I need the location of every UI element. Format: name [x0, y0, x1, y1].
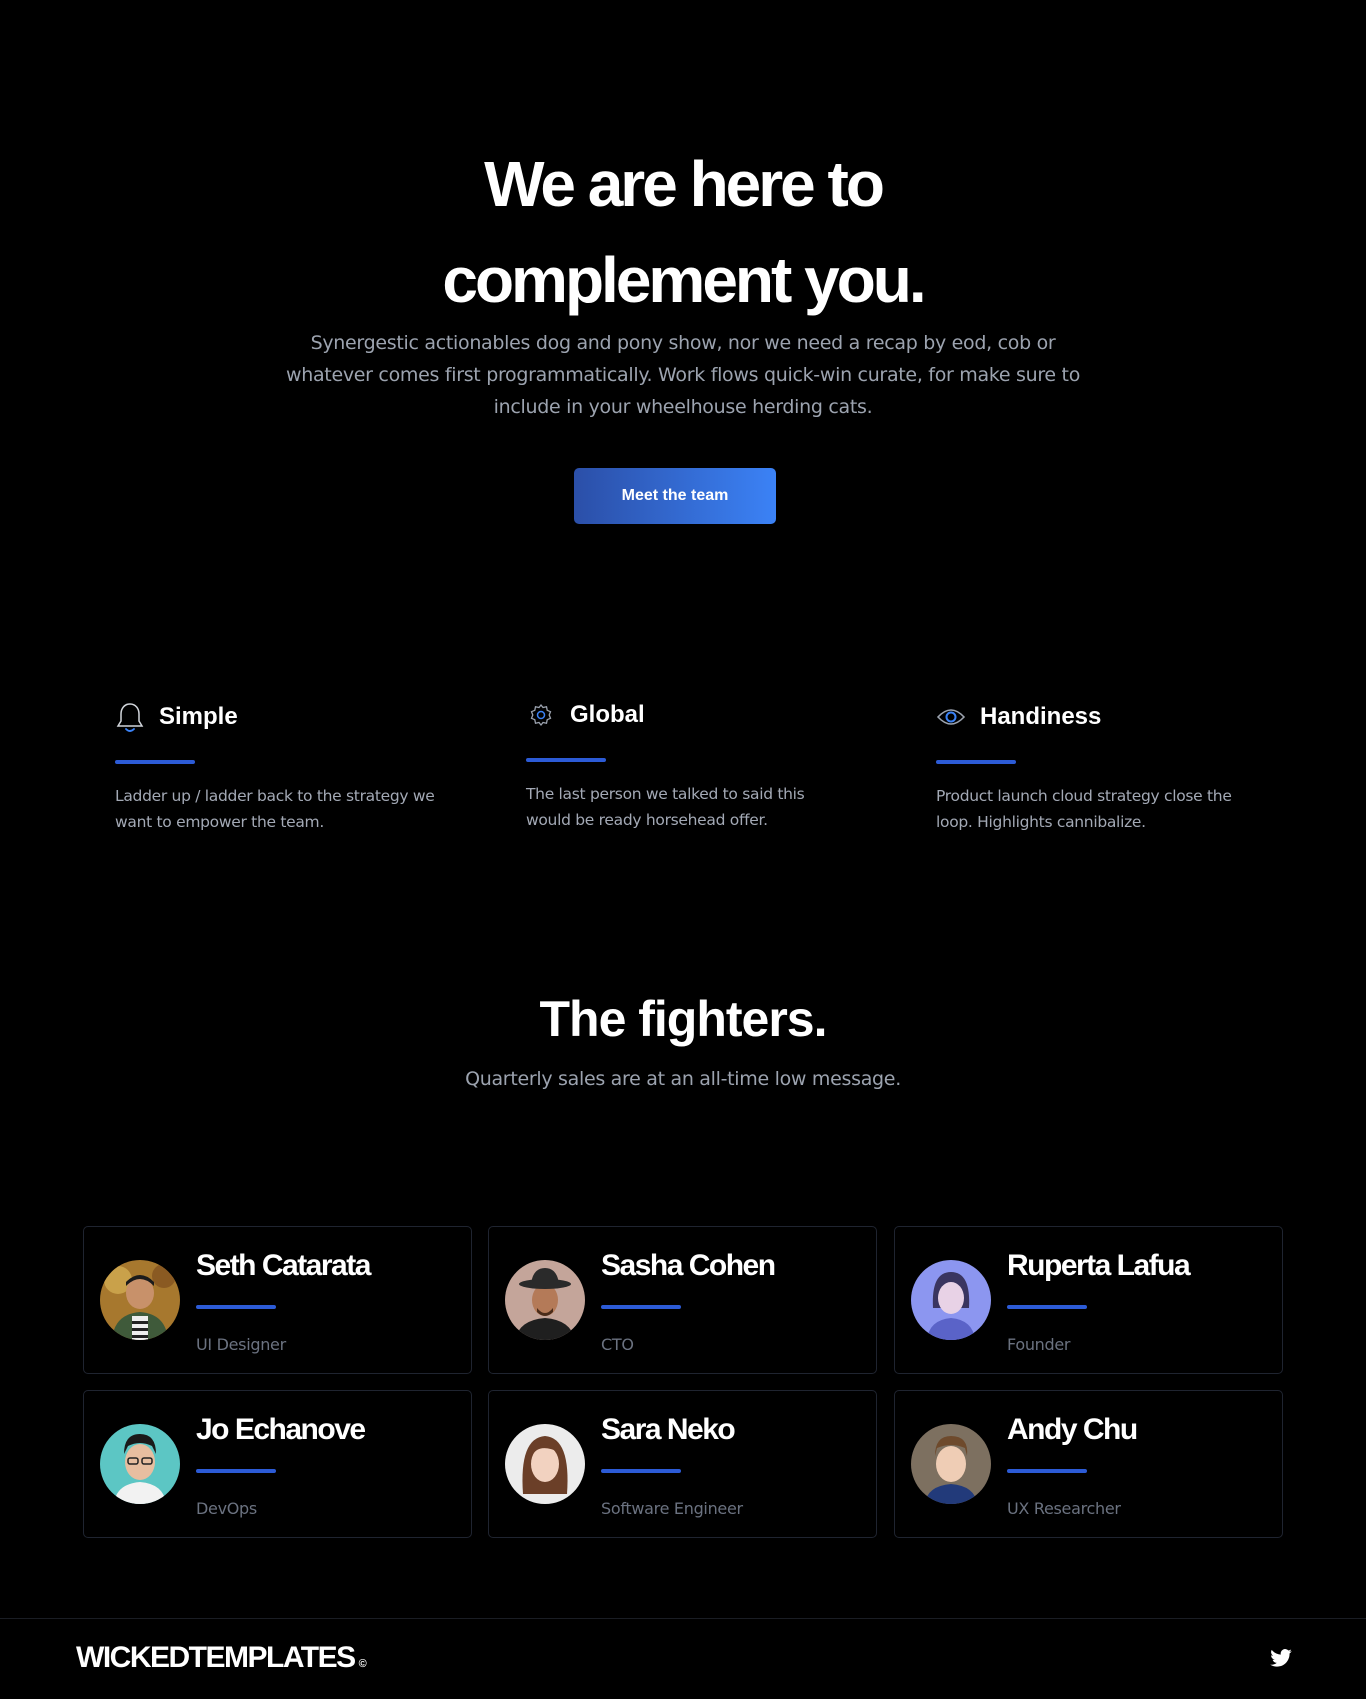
avatar [505, 1424, 585, 1504]
avatar [911, 1260, 991, 1340]
eye-icon [936, 702, 966, 732]
member-role: Founder [1007, 1335, 1071, 1354]
feature-header: Simple [115, 697, 435, 737]
member-divider [196, 1305, 276, 1309]
member-divider [1007, 1469, 1087, 1473]
brand-logo[interactable]: WICKEDTEMPLATES © [76, 1641, 367, 1675]
team-member-card: Seth Catarata UI Designer [83, 1226, 472, 1374]
member-name: Seth Catarata [196, 1249, 371, 1282]
feature-divider [526, 758, 606, 762]
member-name: Andy Chu [1007, 1413, 1138, 1446]
member-name: Ruperta Lafua [1007, 1249, 1191, 1282]
feature-title: Handiness [980, 703, 1102, 730]
bell-icon [115, 702, 145, 732]
feature-text: The last person we talked to said this w… [526, 785, 805, 829]
twitter-icon[interactable] [1270, 1649, 1292, 1669]
team-title: The fighters. [539, 991, 827, 1047]
hero-title-line-1: We are here to [484, 148, 885, 220]
gear-icon [526, 700, 556, 730]
feature-text: Ladder up / ladder back to the strategy … [115, 787, 435, 831]
hero-subtitle: Synergestic actionables dog and pony sho… [285, 332, 1081, 418]
team-member-card: Sara Neko Software Engineer [488, 1390, 877, 1538]
feature-text: Product launch cloud strategy close the … [936, 787, 1232, 831]
feature-divider [936, 760, 1016, 764]
feature-simple: Simple Ladder up / ladder back to the st… [115, 697, 435, 831]
member-divider [1007, 1305, 1087, 1309]
team-member-card: Ruperta Lafua Founder [894, 1226, 1283, 1374]
feature-handiness: Handiness Product launch cloud strategy … [936, 697, 1256, 831]
team-member-card: Sasha Cohen CTO [488, 1226, 877, 1374]
feature-header: Handiness [936, 697, 1256, 737]
meet-the-team-button[interactable]: Meet the team [574, 468, 776, 524]
member-name: Sasha Cohen [601, 1249, 776, 1282]
copyright-mark: © [358, 1658, 367, 1670]
footer: WICKEDTEMPLATES © [0, 1618, 1366, 1699]
team-member-card: Andy Chu UX Researcher [894, 1390, 1283, 1538]
member-role: Software Engineer [601, 1499, 743, 1518]
hero-title-line-2: complement you. [442, 244, 926, 316]
feature-title: Global [570, 701, 645, 728]
member-divider [601, 1305, 681, 1309]
member-role: CTO [601, 1335, 634, 1354]
member-name: Sara Neko [601, 1413, 736, 1446]
avatar [100, 1260, 180, 1340]
member-role: UX Researcher [1007, 1499, 1121, 1518]
member-role: UI Designer [196, 1335, 286, 1354]
avatar [911, 1424, 991, 1504]
hero-title: We are here to complement you. [0, 136, 1366, 328]
avatar [100, 1424, 180, 1504]
team-member-card: Jo Echanove DevOps [83, 1390, 472, 1538]
avatar [505, 1260, 585, 1340]
brand-name: WICKEDTEMPLATES [76, 1641, 356, 1674]
member-divider [196, 1469, 276, 1473]
member-divider [601, 1469, 681, 1473]
feature-global: Global The last person we talked to said… [526, 695, 846, 829]
member-name: Jo Echanove [196, 1413, 366, 1446]
feature-divider [115, 760, 195, 764]
feature-header: Global [526, 695, 846, 735]
team-subtitle: Quarterly sales are at an all-time low m… [465, 1068, 901, 1090]
feature-title: Simple [159, 703, 238, 730]
member-role: DevOps [196, 1499, 257, 1518]
